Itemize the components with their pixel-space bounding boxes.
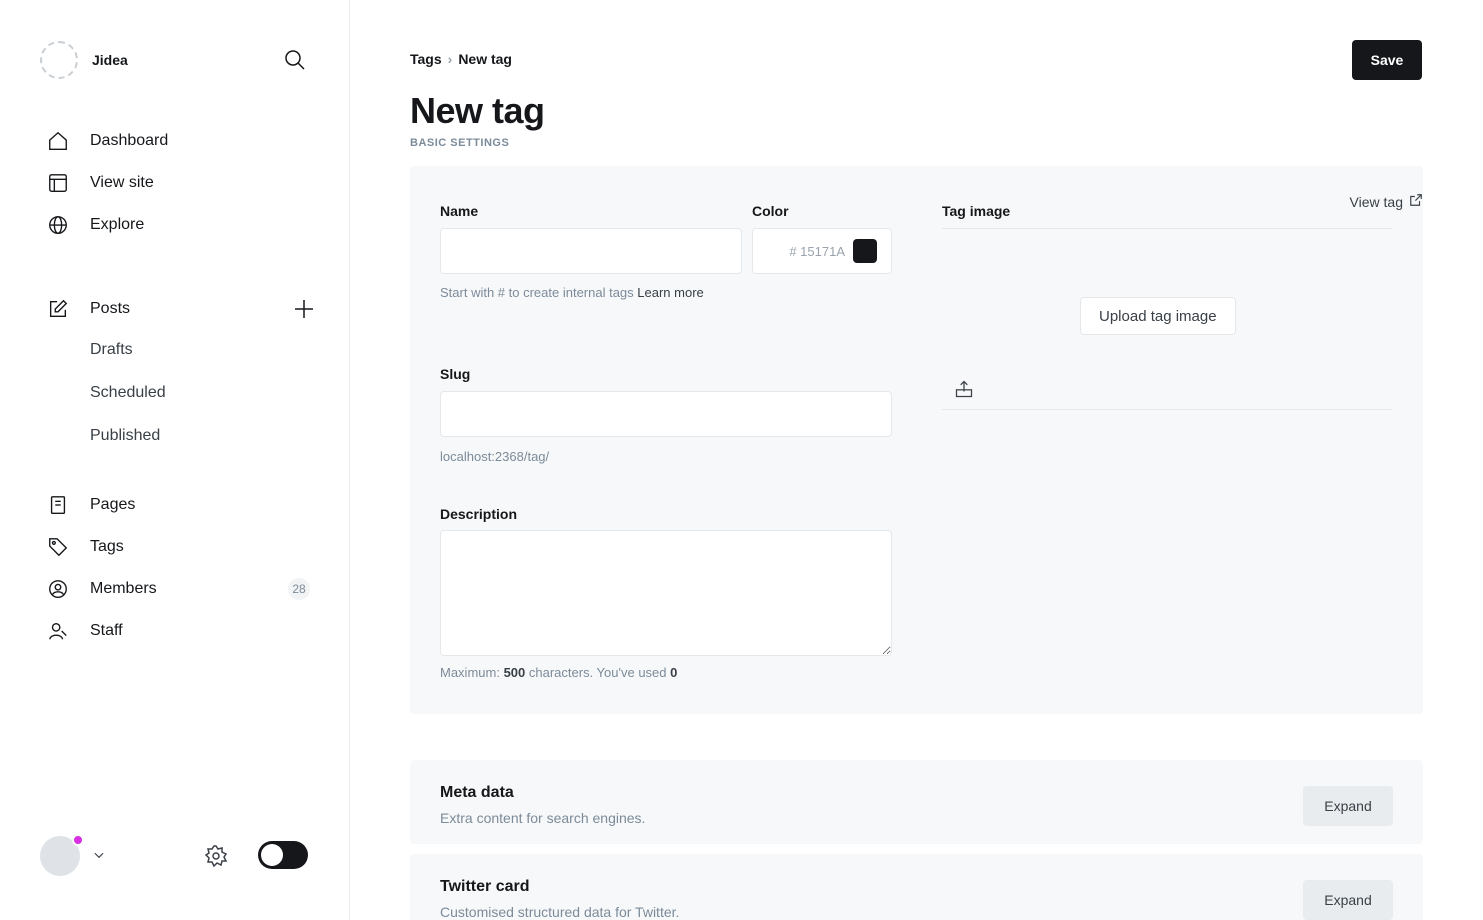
sidebar-item-staff[interactable]: Staff — [46, 616, 316, 646]
description-hint-prefix: Maximum: — [440, 665, 504, 680]
name-input[interactable] — [440, 228, 742, 274]
sidebar-item-dashboard[interactable]: Dashboard — [46, 126, 316, 156]
sidebar-item-members[interactable]: Members 28 — [46, 574, 316, 604]
toggle-knob — [261, 844, 283, 866]
add-post-icon[interactable] — [292, 297, 316, 321]
description-textarea[interactable] — [440, 530, 892, 656]
twitter-card-title: Twitter card — [440, 878, 530, 895]
sidebar: Jidea Dashboard View site Explore Posts … — [0, 0, 350, 920]
breadcrumb-separator: › — [447, 51, 453, 67]
sidebar-item-label: Members — [90, 580, 157, 597]
section-heading: BASIC SETTINGS — [410, 137, 510, 149]
sidebar-item-tags[interactable]: Tags — [46, 532, 316, 562]
globe-icon — [46, 213, 70, 237]
tag-icon — [46, 535, 70, 559]
description-max-chars: 500 — [503, 665, 526, 680]
color-hex-value: # 15171A — [789, 243, 845, 259]
name-hint: Start with # to create internal tags Lea… — [440, 280, 880, 306]
sidebar-item-label: Dashboard — [90, 132, 169, 149]
sidebar-item-label: View site — [90, 174, 154, 191]
brand-name: Jidea — [92, 52, 128, 68]
sidebar-subitem-published[interactable]: Published — [90, 424, 160, 448]
view-tag-link[interactable]: View tag — [1350, 193, 1423, 210]
meta-data-card: Meta data Extra content for search engin… — [410, 760, 1423, 844]
brand[interactable]: Jidea — [40, 41, 128, 79]
sidebar-item-label: Staff — [90, 622, 123, 639]
page-title: New tag — [410, 90, 545, 131]
basic-settings-card: Name Color # 15171A Start with # to crea… — [410, 166, 1423, 714]
color-input[interactable]: # 15171A — [752, 228, 892, 274]
meta-data-subtitle: Extra content for search engines. — [440, 810, 646, 826]
twitter-card-expand-button[interactable]: Expand — [1303, 880, 1393, 920]
view-tag-label: View tag — [1349, 193, 1403, 210]
sidebar-footer — [40, 834, 312, 876]
members-icon — [46, 577, 70, 601]
page-icon — [46, 493, 70, 517]
breadcrumb: Tags › New tag — [410, 51, 512, 67]
learn-more-link[interactable]: Learn more — [637, 285, 703, 300]
meta-data-expand-button[interactable]: Expand — [1303, 786, 1393, 826]
name-label: Name — [440, 203, 479, 219]
breadcrumb-current: New tag — [458, 51, 512, 67]
description-hint-mid: characters. You've used — [525, 665, 671, 680]
color-label: Color — [752, 203, 789, 219]
name-hint-text: Start with # to create internal tags — [440, 285, 634, 300]
sidebar-item-label: Pages — [90, 496, 136, 513]
twitter-card-card: Twitter card Customised structured data … — [410, 854, 1423, 920]
brand-logo — [40, 41, 78, 79]
notification-dot — [72, 834, 84, 846]
color-swatch[interactable] — [853, 239, 877, 263]
meta-data-title: Meta data — [440, 784, 514, 801]
slug-label: Slug — [440, 366, 471, 382]
description-hint: Maximum: 500 characters. You've used 0 — [440, 660, 677, 686]
gear-icon[interactable] — [204, 844, 228, 873]
slug-input[interactable] — [440, 391, 892, 437]
tag-image-label: Tag image — [942, 203, 1011, 219]
staff-icon — [46, 619, 70, 643]
sidebar-item-explore[interactable]: Explore — [46, 210, 316, 240]
slug-hint: localhost:2368/tag/ — [440, 449, 550, 464]
description-used-chars: 0 — [670, 665, 678, 680]
external-link-icon — [1409, 193, 1423, 210]
sidebar-subitem-drafts[interactable]: Drafts — [90, 338, 133, 362]
sidebar-item-label: Tags — [90, 538, 124, 555]
tag-image-dropzone[interactable]: Upload tag image — [942, 228, 1392, 410]
sidebar-item-posts[interactable]: Posts — [46, 294, 316, 324]
description-label: Description — [440, 506, 518, 522]
sidebar-subitem-scheduled[interactable]: Scheduled — [90, 381, 166, 405]
dark-mode-toggle[interactable] — [258, 841, 308, 869]
image-upload-icon — [954, 379, 974, 404]
sidebar-item-pages[interactable]: Pages — [46, 490, 316, 520]
upload-tag-image-button[interactable]: Upload tag image — [1080, 297, 1236, 335]
edit-icon — [46, 297, 70, 321]
search-icon[interactable] — [283, 48, 307, 72]
save-button[interactable]: Save — [1352, 40, 1422, 80]
members-count-badge: 28 — [288, 578, 310, 600]
chevron-down-icon[interactable] — [92, 848, 106, 867]
breadcrumb-parent[interactable]: Tags — [410, 51, 442, 67]
sidebar-item-view-site[interactable]: View site — [46, 168, 316, 198]
sidebar-item-label: Posts — [90, 300, 131, 317]
browser-icon — [46, 171, 70, 195]
sidebar-item-label: Explore — [90, 216, 145, 233]
twitter-card-subtitle: Customised structured data for Twitter. — [440, 904, 680, 920]
main-content: Tags › New tag New tag Save BASIC SETTINGS… — [350, 0, 1483, 920]
home-icon — [46, 129, 70, 153]
